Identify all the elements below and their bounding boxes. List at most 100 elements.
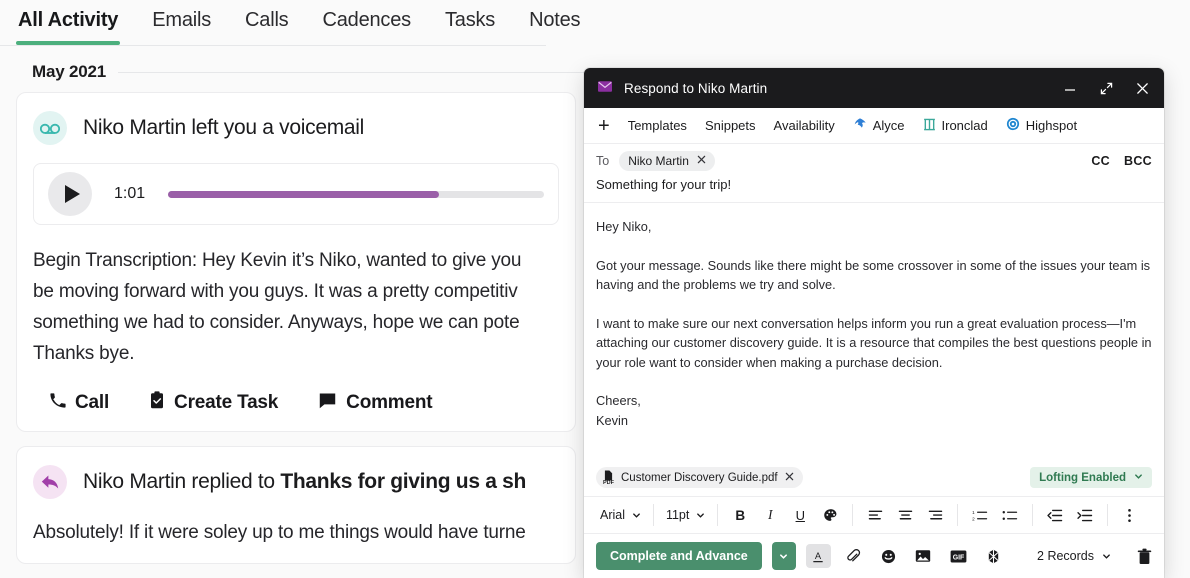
availability-button[interactable]: Availability — [765, 118, 844, 133]
lofting-label: Lofting Enabled — [1039, 471, 1126, 484]
attachment-row: PDF Customer Discovery Guide.pdf Lofting… — [584, 461, 1164, 496]
cc-button[interactable]: CC — [1091, 154, 1110, 168]
ironclad-label: Ironclad — [941, 118, 988, 133]
minimize-icon[interactable] — [1062, 80, 1078, 96]
list-group: 1 2 — [958, 504, 1032, 526]
compose-title-bar[interactable]: Respond to Niko Martin — [584, 68, 1164, 108]
reply-title-subject: Thanks for giving us a sh — [280, 470, 527, 493]
add-button[interactable]: + — [594, 116, 619, 136]
highspot-button[interactable]: Highspot — [997, 117, 1086, 134]
to-field-row: To Niko Martin CC BCC — [584, 144, 1164, 177]
recipient-chip[interactable]: Niko Martin — [619, 150, 715, 171]
body-paragraph: I want to make sure our next conversatio… — [596, 315, 1152, 370]
templates-button[interactable]: Templates — [619, 118, 696, 133]
align-center-icon[interactable] — [895, 505, 915, 525]
lofting-status-dropdown[interactable]: Lofting Enabled — [1030, 467, 1152, 488]
tab-cadences[interactable]: Cadences — [321, 0, 413, 44]
voicemail-scrubber[interactable] — [168, 190, 544, 198]
highspot-icon — [1006, 117, 1020, 134]
play-icon[interactable] — [48, 172, 92, 216]
tab-calls[interactable]: Calls — [243, 0, 290, 44]
italic-icon[interactable]: I — [760, 505, 780, 525]
voicemail-progress — [168, 190, 439, 198]
text-format-toolbar: Arial 11pt B I U 1 2 — [584, 496, 1164, 534]
font-size-group: 11pt — [654, 504, 717, 526]
insert-image-icon[interactable] — [911, 544, 936, 568]
font-family-dropdown[interactable]: Arial — [600, 508, 641, 522]
voicemail-player: 1:01 — [33, 163, 559, 225]
tab-all-activity[interactable]: All Activity — [16, 0, 121, 45]
alyce-label: Alyce — [872, 118, 905, 133]
ordered-list-icon[interactable]: 1 2 — [970, 505, 990, 525]
send-options-dropdown[interactable] — [771, 542, 796, 570]
insert-gif-icon[interactable]: GIF — [946, 544, 971, 568]
bold-icon[interactable]: B — [730, 505, 750, 525]
emoji-icon[interactable] — [876, 544, 901, 568]
body-paragraph: Hey Niko, — [596, 219, 652, 234]
font-size-dropdown[interactable]: 11pt — [666, 508, 705, 522]
activity-feed-pane: All Activity Emails Calls Cadences Tasks… — [0, 0, 610, 578]
align-left-icon[interactable] — [865, 505, 885, 525]
close-icon[interactable] — [697, 155, 706, 167]
attachment-chip[interactable]: PDF Customer Discovery Guide.pdf — [596, 467, 803, 488]
voicemail-duration: 1:01 — [114, 185, 146, 202]
templates-label: Templates — [627, 118, 687, 133]
snippets-button[interactable]: Snippets — [696, 118, 765, 133]
attachment-filename: Customer Discovery Guide.pdf — [621, 471, 778, 484]
transcript-line: Begin Transcription: Hey Kevin it’s Niko… — [33, 250, 522, 271]
chevron-down-icon — [1134, 472, 1143, 484]
call-button[interactable]: Call — [49, 391, 109, 415]
ironclad-icon — [923, 118, 936, 134]
text-color-palette-icon[interactable] — [820, 505, 840, 525]
text-format-a-icon[interactable]: A — [805, 544, 831, 568]
email-body-editor[interactable]: Hey Niko, Got your message. Sounds like t… — [584, 203, 1164, 461]
bcc-button[interactable]: BCC — [1124, 154, 1152, 168]
font-family-group: Arial — [596, 504, 653, 526]
create-task-label: Create Task — [174, 392, 279, 413]
activity-tabs: All Activity Emails Calls Cadences Tasks… — [0, 0, 581, 46]
trash-icon[interactable] — [1137, 548, 1152, 565]
pdf-file-icon: PDF — [603, 470, 614, 486]
phone-icon — [49, 392, 66, 415]
expand-icon[interactable] — [1098, 80, 1114, 96]
close-icon[interactable] — [785, 472, 794, 484]
highspot-label: Highspot — [1025, 118, 1078, 133]
attachment-paperclip-icon[interactable] — [841, 544, 866, 568]
comment-button[interactable]: Comment — [318, 391, 433, 415]
card-header: Niko Martin replied to Thanks for giving… — [33, 465, 559, 499]
svg-text:2: 2 — [972, 516, 975, 521]
chevron-down-icon — [697, 512, 705, 518]
align-right-icon[interactable] — [925, 505, 945, 525]
voicemail-actions: Call Create Task Comment — [33, 391, 559, 415]
indent-icon[interactable] — [1075, 505, 1095, 525]
underline-icon[interactable]: U — [790, 505, 810, 525]
more-options-icon[interactable] — [1120, 505, 1140, 525]
records-dropdown[interactable]: 2 Records — [1037, 549, 1111, 563]
text-style-group: B I U — [718, 504, 852, 526]
cc-bcc-group: CC BCC — [1091, 154, 1152, 168]
tab-emails[interactable]: Emails — [150, 0, 213, 44]
compose-integrations-toolbar: + Templates Snippets Availability Alyce — [584, 108, 1164, 144]
create-task-button[interactable]: Create Task — [149, 391, 278, 415]
tab-notes[interactable]: Notes — [527, 0, 582, 44]
divider-rule — [118, 71, 594, 73]
pdf-badge: PDF — [603, 479, 614, 486]
bulleted-list-icon[interactable] — [1000, 505, 1020, 525]
compose-email-window: Respond to Niko Martin + Templates Snipp… — [584, 68, 1164, 578]
month-divider: May 2021 — [0, 46, 610, 92]
window-controls — [1062, 80, 1150, 96]
close-icon[interactable] — [1134, 80, 1150, 96]
svg-text:A: A — [815, 550, 822, 560]
voicemail-transcript: Begin Transcription: Hey Kevin it’s Niko… — [33, 245, 559, 369]
ironclad-button[interactable]: Ironclad — [914, 118, 997, 134]
svg-text:GIF: GIF — [952, 554, 964, 561]
outdent-icon[interactable] — [1045, 505, 1065, 525]
chevron-down-icon — [780, 553, 788, 559]
subject-input[interactable]: Something for your trip! — [584, 177, 1164, 203]
month-label: May 2021 — [32, 62, 107, 81]
alyce-button[interactable]: Alyce — [844, 117, 914, 134]
transcript-line: something we had to consider. Anyways, h… — [33, 312, 520, 333]
tab-tasks[interactable]: Tasks — [443, 0, 497, 44]
complete-and-advance-button[interactable]: Complete and Advance — [596, 542, 762, 570]
insert-asset-icon[interactable] — [981, 544, 1006, 568]
